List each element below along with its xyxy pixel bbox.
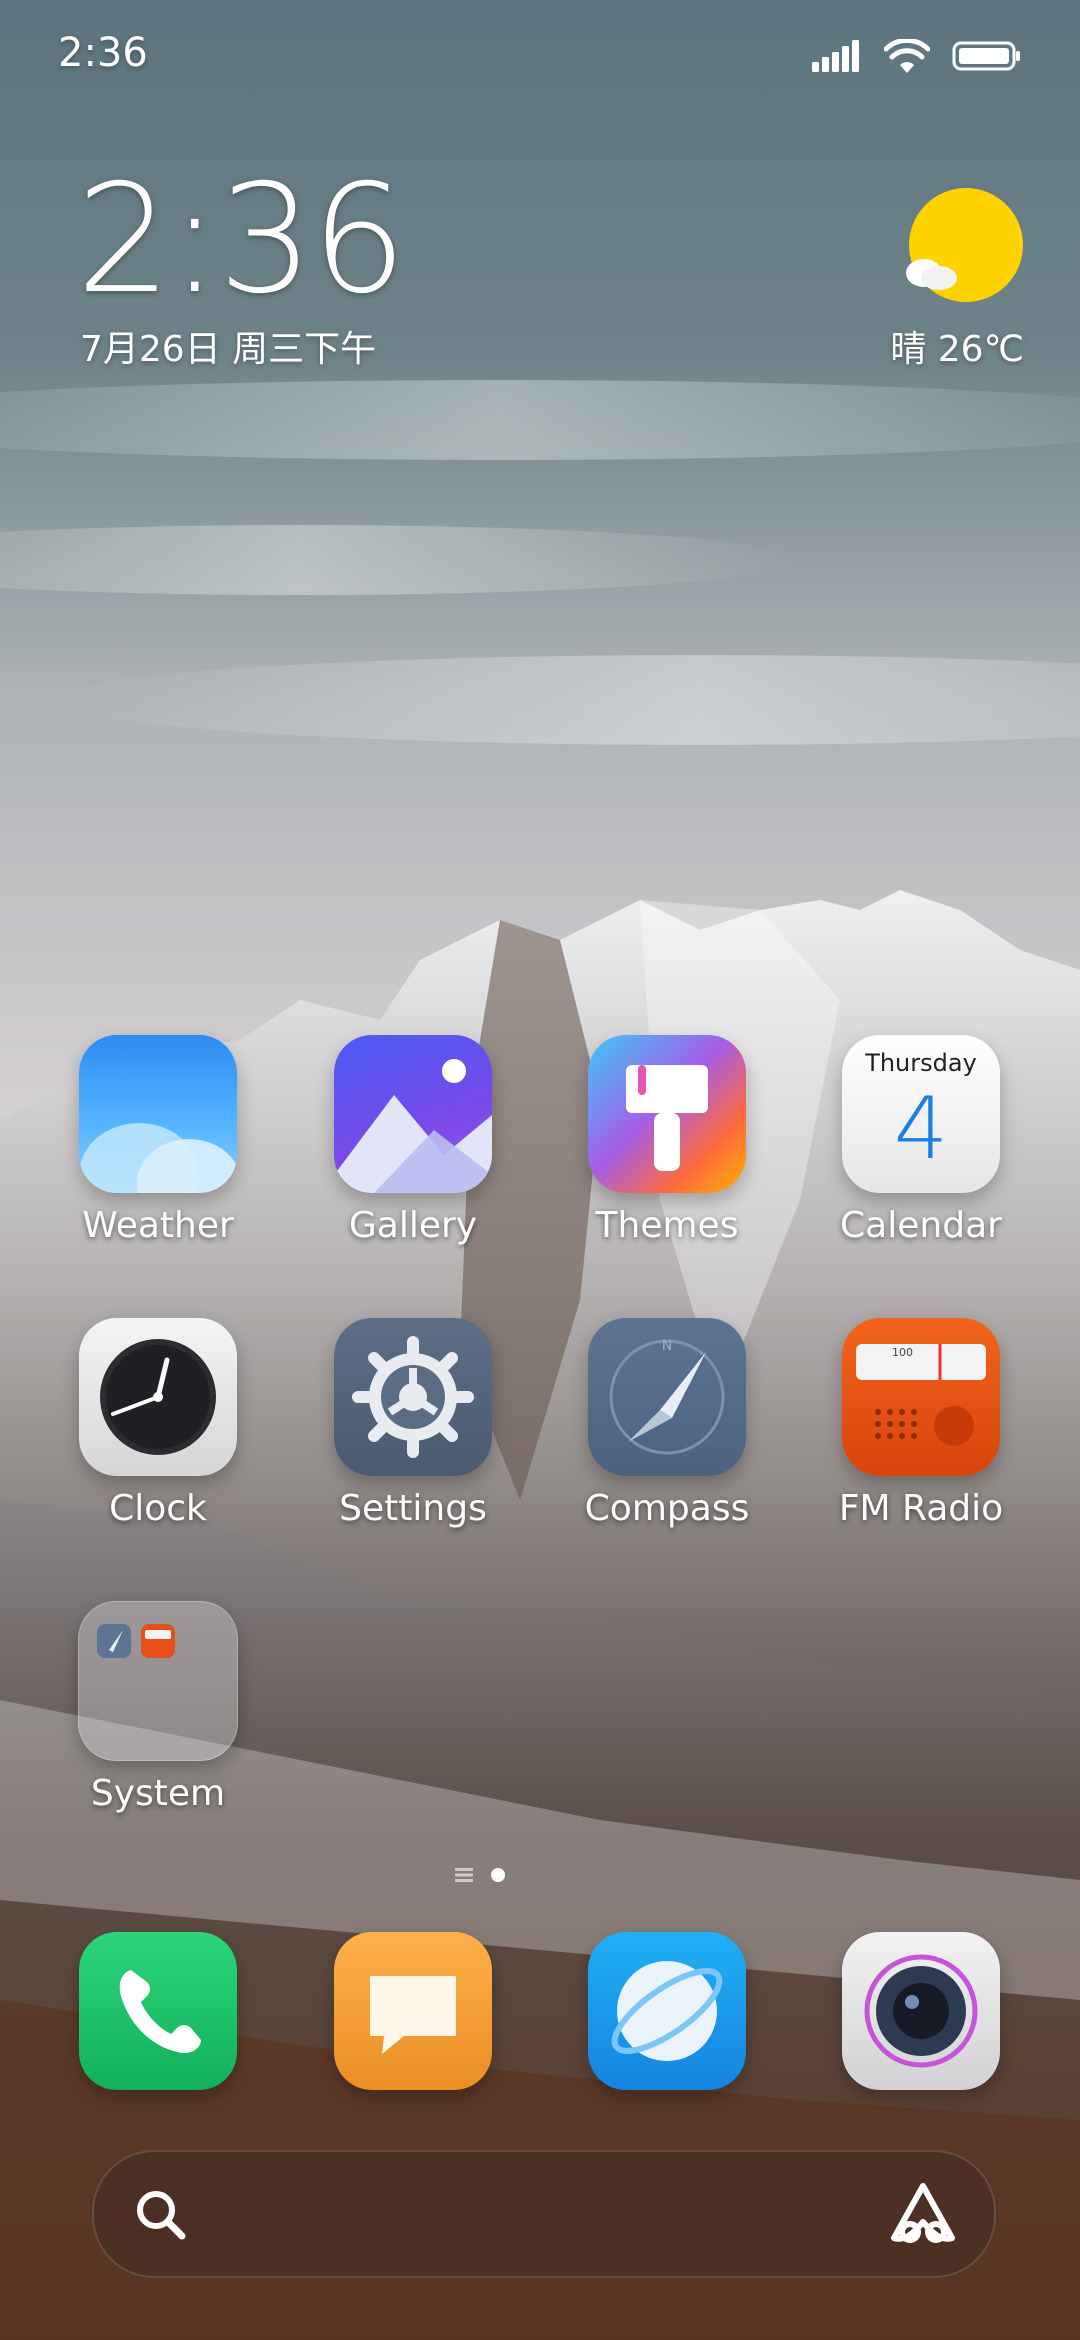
app-gallery[interactable]: Gallery bbox=[303, 1035, 523, 1246]
app-label: Settings bbox=[339, 1488, 487, 1529]
dock-messages[interactable] bbox=[303, 1932, 523, 2090]
app-drawer-lines-icon bbox=[455, 1868, 473, 1882]
app-settings[interactable]: Settings bbox=[303, 1318, 523, 1529]
themes-app-icon bbox=[588, 1035, 746, 1193]
dock-browser[interactable] bbox=[557, 1932, 777, 2090]
app-label: Clock bbox=[109, 1488, 207, 1529]
page-indicator[interactable] bbox=[455, 1868, 505, 1882]
battery-icon bbox=[952, 41, 1020, 71]
page-dot-active bbox=[491, 1868, 505, 1882]
calendar-day-name: Thursday bbox=[865, 1049, 977, 1077]
sunny-cloud-icon[interactable] bbox=[894, 185, 1024, 325]
app-compass[interactable]: N Compass bbox=[557, 1318, 777, 1529]
app-clock[interactable]: Clock bbox=[48, 1318, 268, 1529]
clock-app-icon bbox=[79, 1318, 237, 1476]
browser-icon bbox=[588, 1932, 746, 2090]
app-themes[interactable]: Themes bbox=[557, 1035, 777, 1246]
gallery-app-icon bbox=[334, 1035, 492, 1193]
clock-widget-date: 7月26日 周三下午 bbox=[80, 329, 377, 370]
radio-dial-number: 100 bbox=[892, 1346, 913, 1359]
folder-icon bbox=[78, 1601, 238, 1761]
calendar-day-number: 4 bbox=[893, 1079, 949, 1179]
wifi-icon bbox=[884, 39, 930, 73]
compass-app-icon: N bbox=[588, 1318, 746, 1476]
cellular-signal-icon bbox=[812, 40, 859, 72]
phone-icon bbox=[79, 1932, 237, 2090]
app-label: FM Radio bbox=[838, 1488, 1004, 1529]
app-weather[interactable]: Weather bbox=[48, 1035, 268, 1246]
dock-phone[interactable] bbox=[48, 1932, 268, 2090]
home-search-bar[interactable] bbox=[92, 2150, 996, 2278]
app-label: Gallery bbox=[348, 1205, 478, 1246]
folder-system[interactable]: System bbox=[48, 1601, 268, 1814]
settings-app-icon bbox=[334, 1318, 492, 1476]
assistant-icon[interactable] bbox=[890, 2182, 956, 2246]
dock-camera[interactable] bbox=[811, 1932, 1031, 2090]
messages-icon bbox=[334, 1932, 492, 2090]
app-label: Calendar bbox=[840, 1205, 1002, 1246]
status-bar-time: 2:36 bbox=[58, 30, 148, 76]
app-label: Themes bbox=[595, 1205, 739, 1246]
app-label: Weather bbox=[82, 1205, 234, 1246]
calendar-app-icon: Thursday 4 bbox=[842, 1035, 1000, 1193]
app-calendar[interactable]: Thursday 4 Calendar bbox=[811, 1035, 1031, 1246]
app-label: System bbox=[90, 1773, 226, 1814]
weather-app-icon bbox=[79, 1035, 237, 1193]
app-label: Compass bbox=[584, 1488, 750, 1529]
search-icon[interactable] bbox=[134, 2188, 188, 2242]
svg-text:N: N bbox=[662, 1338, 672, 1354]
clock-widget-time[interactable]: 2:36 bbox=[76, 165, 407, 315]
app-fm-radio[interactable]: 100 FM Radio bbox=[811, 1318, 1031, 1529]
status-bar-icons bbox=[812, 36, 1022, 76]
camera-icon bbox=[842, 1932, 1000, 2090]
weather-widget-text[interactable]: 晴 26℃ bbox=[890, 320, 1024, 372]
radio-app-icon: 100 bbox=[842, 1318, 1000, 1476]
